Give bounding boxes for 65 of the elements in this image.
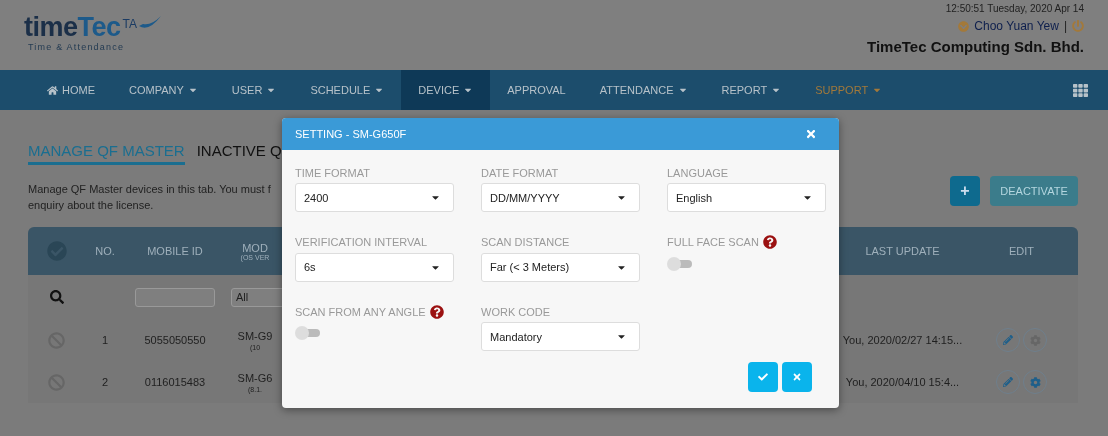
table-cell: 0116015483 bbox=[144, 376, 206, 388]
apps-grid-icon[interactable] bbox=[1073, 82, 1088, 98]
toggle-switch[interactable] bbox=[295, 325, 322, 342]
column-header: MOD bbox=[242, 241, 268, 254]
nav-item[interactable]: HOME bbox=[30, 70, 112, 110]
field-label: SCAN DISTANCE bbox=[481, 236, 570, 249]
dropdown[interactable]: Mandatory bbox=[481, 322, 640, 352]
close-icon[interactable] bbox=[805, 128, 817, 140]
dropdown[interactable]: 2400 bbox=[295, 183, 454, 212]
mobile-id-filter[interactable] bbox=[135, 287, 215, 307]
company-name: TimeTec Computing Sdn. Bhd. bbox=[867, 38, 1084, 55]
logo-wordmark: timeTec bbox=[24, 12, 121, 42]
column-header: NO. bbox=[95, 245, 115, 257]
table-cell: SM-G9 bbox=[237, 329, 273, 342]
nav-item[interactable]: COMPANY bbox=[112, 70, 215, 110]
confirm-button[interactable] bbox=[748, 362, 778, 392]
close-icon bbox=[792, 372, 802, 382]
cancel-button[interactable] bbox=[782, 362, 812, 392]
nav-item[interactable]: SCHEDULE bbox=[293, 70, 402, 110]
field-label: DATE FORMAT bbox=[481, 166, 559, 179]
table-cell: SM-G6 bbox=[237, 371, 273, 384]
pencil-icon bbox=[1003, 377, 1013, 387]
field-label: FULL FACE SCAN bbox=[667, 236, 759, 249]
field-label: WORK CODE bbox=[481, 305, 551, 318]
column-header: MOBILE ID bbox=[147, 245, 203, 257]
field-label: LANGUAGE bbox=[667, 166, 729, 179]
tab[interactable]: INACTIVE Q bbox=[196, 142, 282, 165]
help-icon[interactable] bbox=[429, 304, 444, 319]
column-header: LAST UPDATE bbox=[865, 245, 940, 257]
nav-item[interactable]: USER bbox=[214, 70, 294, 110]
power-icon[interactable] bbox=[1072, 20, 1084, 32]
table-cell: 1 bbox=[101, 334, 109, 346]
dropdown[interactable]: 6s bbox=[295, 252, 454, 282]
field-label: VERIFICATION INTERVAL bbox=[295, 236, 428, 249]
separator: | bbox=[1063, 19, 1067, 33]
help-icon[interactable] bbox=[762, 235, 777, 250]
table-cell: You, 2020/04/10 15:4... bbox=[845, 376, 960, 388]
column-header: EDIT bbox=[1008, 245, 1035, 257]
table-cell: 5055050550 bbox=[144, 334, 206, 346]
dropdown[interactable]: English bbox=[667, 183, 826, 212]
nav-item[interactable]: ATTENDANCE bbox=[582, 70, 705, 110]
nav-item[interactable]: DEVICE bbox=[401, 70, 491, 110]
description-text: Manage QF Master devices in this tab. You must f enquiry about the license. bbox=[28, 182, 271, 213]
field-label: TIME FORMAT bbox=[295, 166, 370, 179]
field-label: SCAN FROM ANY ANGLE bbox=[295, 305, 426, 318]
table-cell: You, 2020/02/27 14:15... bbox=[842, 334, 963, 346]
pencil-icon bbox=[1003, 335, 1013, 345]
user-name-link[interactable]: Choo Yuan Yew bbox=[974, 19, 1059, 33]
model-filter[interactable]: All bbox=[231, 287, 285, 307]
user-menu-icon[interactable] bbox=[958, 20, 970, 32]
logo-suffix-text: TA bbox=[122, 17, 137, 31]
check-icon bbox=[758, 372, 768, 382]
dialog-title: SETTING - SM-G650F bbox=[295, 128, 407, 140]
nav-item[interactable]: REPORT bbox=[704, 70, 799, 110]
add-button[interactable]: + bbox=[950, 176, 980, 206]
table-cell: 2 bbox=[101, 376, 109, 388]
gear-icon bbox=[1029, 376, 1041, 388]
date-time: 12:50:51 Tuesday, 2020 Apr 14 bbox=[945, 3, 1084, 14]
nav-item[interactable]: APPROVAL bbox=[490, 70, 583, 110]
toggle-switch[interactable] bbox=[667, 255, 694, 272]
logo-tagline: Time & Attendance bbox=[28, 42, 126, 52]
home-icon bbox=[47, 84, 58, 96]
search-icon[interactable] bbox=[49, 290, 64, 304]
dropdown[interactable]: Far (< 3 Meters) bbox=[481, 252, 640, 282]
dropdown[interactable]: DD/MM/YYYY bbox=[481, 183, 640, 212]
